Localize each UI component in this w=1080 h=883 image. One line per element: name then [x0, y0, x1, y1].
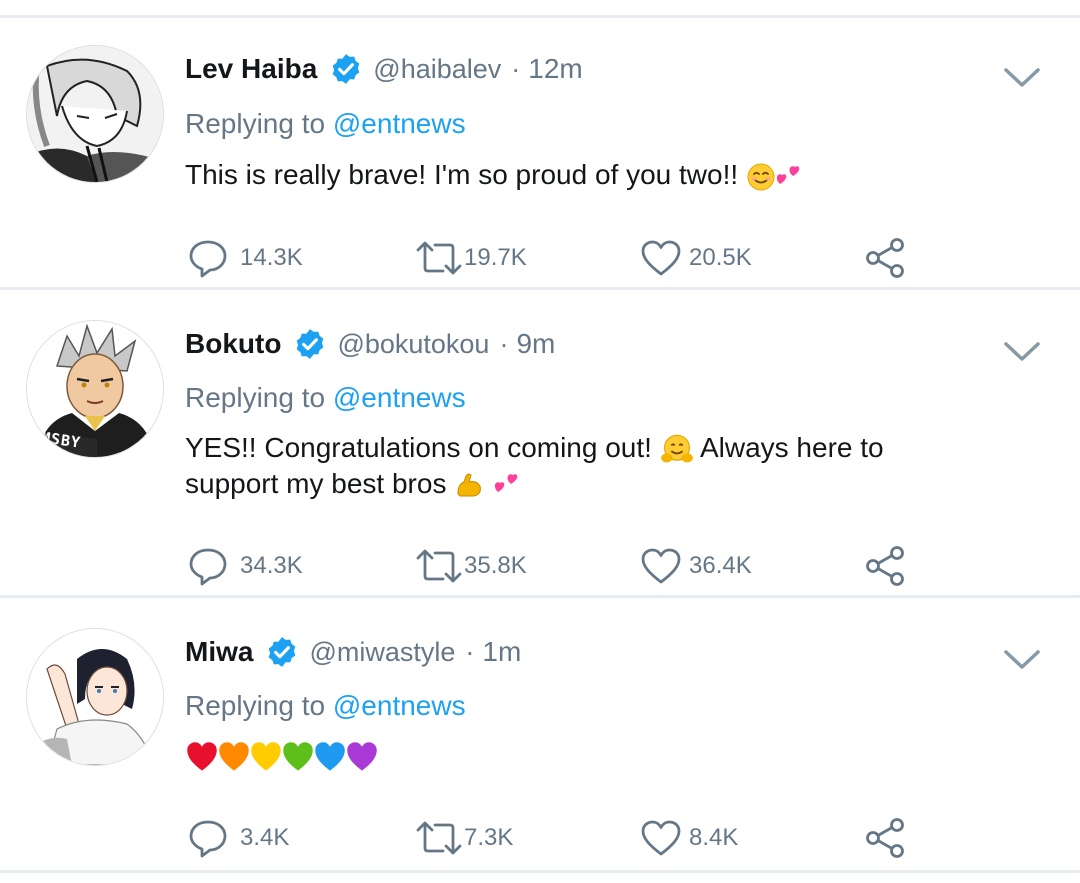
- reply-bubble-icon: [189, 240, 227, 278]
- like-count: 8.4K: [689, 824, 739, 851]
- flexed-biceps-emoji: [457, 473, 482, 497]
- like-button[interactable]: 20.5K: [641, 236, 752, 280]
- retweet-button[interactable]: 35.8K: [416, 544, 527, 588]
- share-icon: [866, 238, 904, 278]
- display-name[interactable]: Miwa: [185, 636, 253, 668]
- retweet-count: 19.7K: [464, 244, 527, 271]
- display-name[interactable]: Lev Haiba: [185, 53, 317, 85]
- display-name[interactable]: Bokuto: [185, 328, 281, 360]
- tweet-actions: 14.3K 19.7K 20.5K: [0, 236, 1080, 280]
- replying-to: Replying to @entnews: [185, 108, 466, 140]
- avatar[interactable]: MSBY: [26, 320, 164, 458]
- mention-link[interactable]: @entnews: [333, 690, 466, 721]
- avatar[interactable]: [26, 45, 164, 183]
- two-hearts-emoji: [494, 474, 518, 493]
- replying-to-label: Replying to: [185, 382, 333, 413]
- retweet-icon: [416, 241, 462, 275]
- green-heart-emoji: [283, 741, 313, 771]
- share-button[interactable]: [864, 544, 906, 588]
- purple-heart-emoji: [347, 741, 377, 771]
- retweet-icon: [416, 549, 462, 583]
- user-handle[interactable]: @haibalev: [373, 54, 501, 85]
- reply-button[interactable]: 14.3K: [188, 236, 303, 280]
- red-heart-emoji: [187, 741, 217, 771]
- tweet-text-line: This is really brave! I'm so proud of yo…: [185, 159, 739, 190]
- yellow-heart-emoji: [251, 741, 281, 771]
- replying-to-label: Replying to: [185, 108, 333, 139]
- separator-dot: ·: [511, 53, 521, 84]
- tweet-header: Bokuto @bokutokou · 9m: [185, 322, 555, 366]
- chevron-down-icon[interactable]: [1003, 649, 1041, 671]
- share-button[interactable]: [864, 816, 906, 860]
- share-button[interactable]: [864, 236, 906, 280]
- retweet-icon: [416, 821, 462, 855]
- tweet-header: Lev Haiba @haibalev · 12m: [185, 47, 583, 91]
- heart-outline-icon: [641, 548, 681, 584]
- like-button[interactable]: 36.4K: [641, 544, 752, 588]
- retweet-button[interactable]: 7.3K: [416, 816, 513, 860]
- smiling-face-emoji: [747, 163, 775, 191]
- tweet-text-line: support my best bros: [185, 467, 447, 499]
- tweet-text: YES!! Congratulations on coming out! Alw…: [185, 431, 884, 501]
- verified-badge-icon: [332, 54, 360, 84]
- top-divider: [0, 15, 1080, 18]
- hugging-face-emoji: [660, 434, 693, 463]
- share-icon: [866, 546, 904, 586]
- timestamp[interactable]: 1m: [482, 636, 521, 668]
- reply-count: 3.4K: [240, 824, 290, 851]
- separator-dot: ·: [465, 636, 475, 667]
- reply-button[interactable]: 34.3K: [188, 544, 303, 588]
- tweet-text: [185, 738, 379, 774]
- tweet-divider: [0, 595, 1080, 598]
- tweet-text-line: Always here to: [699, 432, 884, 463]
- chevron-down-icon[interactable]: [1003, 67, 1041, 89]
- user-handle[interactable]: @miwastyle: [309, 637, 455, 668]
- orange-heart-emoji: [219, 741, 249, 771]
- replying-to-label: Replying to: [185, 690, 333, 721]
- reply-count: 34.3K: [240, 552, 303, 579]
- miwa-avatar-image: [27, 629, 163, 765]
- tweet-text-line: YES!! Congratulations on coming out!: [185, 432, 652, 463]
- like-count: 20.5K: [689, 244, 752, 271]
- retweet-button[interactable]: 19.7K: [416, 236, 527, 280]
- heart-outline-icon: [641, 240, 681, 276]
- share-icon: [866, 818, 904, 858]
- tweet-actions: 3.4K 7.3K 8.4K: [0, 816, 1080, 860]
- chevron-down-icon[interactable]: [1003, 341, 1041, 363]
- mention-link[interactable]: @entnews: [333, 108, 466, 139]
- timestamp[interactable]: 12m: [528, 53, 582, 85]
- tweet-divider: [0, 287, 1080, 290]
- replying-to: Replying to @entnews: [185, 382, 466, 414]
- reply-bubble-icon: [189, 820, 227, 858]
- separator-dot: ·: [499, 328, 509, 359]
- tweet-actions: 34.3K 35.8K 36.4K: [0, 544, 1080, 588]
- like-button[interactable]: 8.4K: [641, 816, 738, 860]
- heart-outline-icon: [641, 820, 681, 856]
- two-hearts-emoji: [776, 165, 800, 184]
- avatar[interactable]: [26, 628, 164, 766]
- like-count: 36.4K: [689, 552, 752, 579]
- tweet-text: This is really brave! I'm so proud of yo…: [185, 158, 804, 192]
- mention-link[interactable]: @entnews: [333, 382, 466, 413]
- retweet-count: 35.8K: [464, 552, 527, 579]
- verified-badge-icon: [297, 329, 324, 359]
- replying-to: Replying to @entnews: [185, 690, 466, 722]
- retweet-count: 7.3K: [464, 824, 514, 851]
- verified-badge-icon: [269, 637, 296, 667]
- reply-bubble-icon: [189, 548, 227, 586]
- reply-button[interactable]: 3.4K: [188, 816, 289, 860]
- reply-count: 14.3K: [240, 244, 303, 271]
- bottom-divider: [0, 870, 1080, 873]
- timestamp[interactable]: 9m: [516, 328, 555, 360]
- user-handle[interactable]: @bokutokou: [337, 329, 489, 360]
- lev-haiba-avatar-image: [27, 46, 163, 182]
- tweet-header: Miwa @miwastyle · 1m: [185, 630, 521, 674]
- blue-heart-emoji: [315, 741, 345, 771]
